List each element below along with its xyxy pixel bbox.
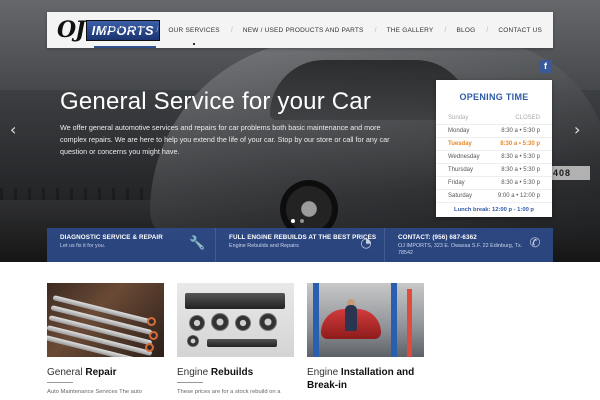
hours-day: Sunday xyxy=(448,115,469,121)
nav-blog[interactable]: BLOG xyxy=(445,12,486,48)
hero-description: We offer general automotive services and… xyxy=(60,123,390,156)
card-title-bold: Repair xyxy=(85,367,117,378)
logo-oj: OJ xyxy=(57,17,86,43)
card-title[interactable]: Engine Rebuilds xyxy=(177,366,294,379)
nav-our-services[interactable]: OUR SERVICES xyxy=(157,12,230,48)
lift-post-shape xyxy=(313,283,319,357)
hours-row-friday: Friday 8:30 a • 5:30 p xyxy=(436,177,552,190)
phone-icon: ✆ xyxy=(529,236,541,251)
hours-row-tuesday: Tuesday 8:30 a • 5:30 p xyxy=(436,138,552,151)
card-title[interactable]: Engine Installation and Break-in xyxy=(307,366,424,392)
hours-day: Monday xyxy=(448,128,470,134)
engine-block-shape xyxy=(185,293,285,309)
card-title-underline xyxy=(177,382,203,383)
hours-time: 8:30 a • 5:30 p xyxy=(501,180,540,186)
info-diagnostic[interactable]: DIAGNOSTIC SERVICE & REPAIR Let us fix i… xyxy=(47,228,215,262)
engine-part-shape xyxy=(189,315,205,331)
engine-part-shape xyxy=(187,335,199,347)
opening-time-list: Sunday CLOSED Monday 8:30 a • 5:30 p Tuesd… xyxy=(436,112,552,203)
main-nav: HOME PAGE / OUR SERVICES / NEW / USED PR… xyxy=(93,12,553,48)
hours-row-sunday: Sunday CLOSED xyxy=(436,112,552,125)
gauge-icon: ◔ xyxy=(360,236,372,251)
slider-next-arrow-icon[interactable]: › xyxy=(574,120,580,139)
card-text: Auto Maintenance Services The auto xyxy=(47,389,142,395)
lift-post-shape xyxy=(391,283,397,357)
slider-prev-arrow-icon[interactable]: ‹ xyxy=(10,120,16,139)
opening-time-panel: OPENING TIME Sunday CLOSED Monday 8:30 a •… xyxy=(436,80,552,217)
hours-day: Thursday xyxy=(448,167,474,173)
wrench-icon: 🔧 xyxy=(189,236,206,251)
facebook-icon[interactable]: f xyxy=(539,60,552,73)
nav-home[interactable]: HOME PAGE xyxy=(93,12,157,48)
lift-post-shape xyxy=(407,289,412,357)
nav-products-parts[interactable]: NEW / USED PRODUCTS AND PARTS xyxy=(232,12,375,48)
card-title-light: Engine xyxy=(177,367,211,378)
card-title-light: Engine xyxy=(307,367,341,378)
lunch-break-note: Lunch break: 12:00 p - 1:00 p xyxy=(454,207,534,213)
card-title-bold: Rebuilds xyxy=(210,367,254,378)
hero-title: General Service for your Car xyxy=(60,88,372,115)
hours-day: Tuesday xyxy=(448,141,472,147)
hours-row-monday: Monday 8:30 a • 5:30 p xyxy=(436,125,552,138)
slider-pagination xyxy=(291,219,304,223)
mechanic-shape xyxy=(345,305,357,331)
info-engine-rebuilds[interactable]: FULL ENGINE REBUILDS AT THE BEST PRICES … xyxy=(215,228,384,262)
slider-dot[interactable] xyxy=(300,219,304,223)
socket-shape xyxy=(147,317,156,326)
engine-part-shape xyxy=(235,315,251,331)
nav-gallery-label: THE GALLERY xyxy=(386,26,434,34)
card-title-underline xyxy=(47,382,73,383)
hours-time: 8:30 a • 5:30 p xyxy=(501,167,540,173)
slider-dot[interactable] xyxy=(291,219,295,223)
hours-day: Wednesday xyxy=(448,154,480,160)
hours-day: Saturday xyxy=(448,193,473,199)
nav-home-label: HOME PAGE xyxy=(104,25,146,33)
service-card-engine-installation[interactable]: Engine Installation and Break-in xyxy=(307,283,424,392)
info-subtext: Engine Rebuilds and Repairs xyxy=(229,243,299,249)
card-image-garage-lift[interactable] xyxy=(307,283,424,357)
socket-shape xyxy=(149,331,158,340)
submenu-indicator xyxy=(193,43,196,45)
hours-row-wednesday: Wednesday 8:30 a • 5:30 p xyxy=(436,151,552,164)
nav-blog-label: BLOG xyxy=(456,26,476,34)
info-contact[interactable]: CONTACT: (956) 687-6362 OJ IMPORTS, 323 … xyxy=(384,228,553,262)
engine-part-shape xyxy=(211,313,229,331)
hours-time: 8:30 a • 5:30 p xyxy=(501,154,540,160)
nav-contact[interactable]: CONTACT US xyxy=(487,12,553,48)
hours-time: 8:30 a • 5:30 p xyxy=(501,128,540,134)
site-header: OJ IMPORTS HOME PAGE / OUR SERVICES / NE… xyxy=(47,12,553,48)
hours-day: Friday xyxy=(448,180,465,186)
crankshaft-shape xyxy=(207,339,277,347)
hours-time: 8:30 a • 5:30 p xyxy=(500,141,540,147)
nav-gallery[interactable]: THE GALLERY xyxy=(376,12,445,48)
info-subtext: Let us fix it for you. xyxy=(60,243,106,249)
opening-time-title: OPENING TIME xyxy=(459,92,529,102)
socket-shape xyxy=(145,343,154,352)
card-title-light: General xyxy=(47,367,86,378)
engine-part-shape xyxy=(259,313,277,331)
card-title[interactable]: General Repair xyxy=(47,366,164,379)
hours-row-thursday: Thursday 8:30 a • 5:30 p xyxy=(436,164,552,177)
card-image-engine-parts[interactable] xyxy=(177,283,294,357)
nav-our-services-label: OUR SERVICES xyxy=(168,26,220,34)
info-subtext: OJ IMPORTS, 323 E. Owassa S.F. 22 Edinbu… xyxy=(398,243,523,256)
hours-row-saturday: Saturday 9:00 a • 12:00 p xyxy=(436,190,552,203)
nav-contact-label: CONTACT US xyxy=(498,26,542,34)
service-card-engine-rebuilds[interactable]: Engine Rebuilds These prices are for a s… xyxy=(177,283,294,395)
info-bar: DIAGNOSTIC SERVICE & REPAIR Let us fix i… xyxy=(47,228,553,262)
card-text: These prices are for a stock rebuild on … xyxy=(177,389,281,395)
hours-time: 9:00 a • 12:00 p xyxy=(497,193,540,199)
service-card-general-repair[interactable]: General Repair Auto Maintenance Services… xyxy=(47,283,164,395)
card-image-wrenches[interactable] xyxy=(47,283,164,357)
nav-products-parts-label: NEW / USED PRODUCTS AND PARTS xyxy=(242,26,364,34)
hours-time: CLOSED xyxy=(515,115,540,121)
